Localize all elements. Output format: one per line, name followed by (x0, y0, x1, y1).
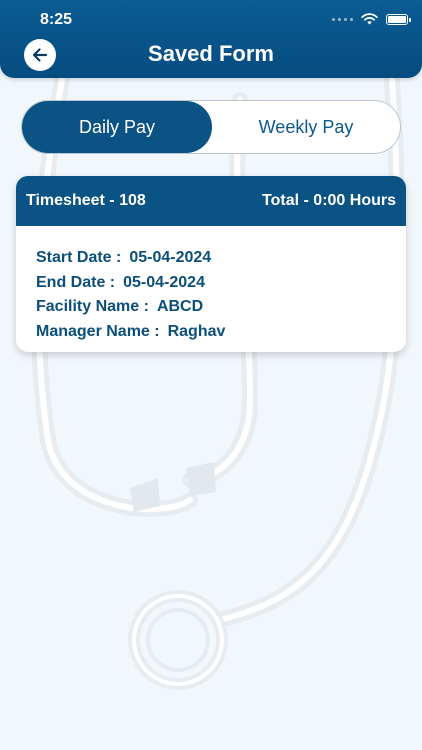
tab-weekly-pay[interactable]: Weekly Pay (212, 101, 400, 153)
wifi-icon (361, 13, 378, 25)
status-icons (332, 12, 411, 26)
end-date-label: End Date : (36, 273, 116, 291)
start-date-label: Start Date : (36, 249, 122, 266)
timesheet-total: Total - 0:00 Hours (262, 192, 396, 209)
facility-name-label: Facility Name : (36, 298, 149, 315)
status-time: 8:25 (40, 11, 73, 28)
page-title: Saved Form (148, 41, 274, 66)
start-date-row: Start Date : 05-04-2024 (36, 246, 386, 271)
app-header: 8:25 Saved Form (0, 0, 422, 78)
manager-name-row: Manager Name : Raghav (36, 320, 386, 345)
timesheet-title: Timesheet - 108 (26, 192, 146, 209)
facility-name-row: Facility Name : ABCD (36, 295, 386, 320)
facility-name-value: ABCD (156, 298, 204, 315)
tab-daily-pay[interactable]: Daily Pay (22, 101, 212, 153)
signal-dots-icon (332, 17, 353, 21)
timesheet-card-body: Start Date :05-04-2024 End Date :05-04-2… (16, 226, 406, 344)
end-date-value: 05-04-2024 (123, 273, 205, 291)
manager-name-value: Raghav (167, 322, 226, 340)
manager-name-label: Manager Name : (36, 322, 160, 340)
battery-icon (386, 13, 411, 25)
timesheet-card-header: Timesheet - 108 Total - 0:00 Hours (16, 176, 406, 226)
end-date-row: End Date : 05-04-2024 (36, 271, 386, 296)
pay-type-tabs: Daily Pay Weekly Pay (21, 100, 401, 154)
start-date-value: 05-04-2024 (129, 249, 212, 266)
app-screen: 8:25 Saved Form Daily Pay Weekly Pay Tim… (0, 0, 422, 750)
timesheet-card[interactable]: Timesheet - 108 Total - 0:00 Hours Start… (16, 176, 406, 352)
